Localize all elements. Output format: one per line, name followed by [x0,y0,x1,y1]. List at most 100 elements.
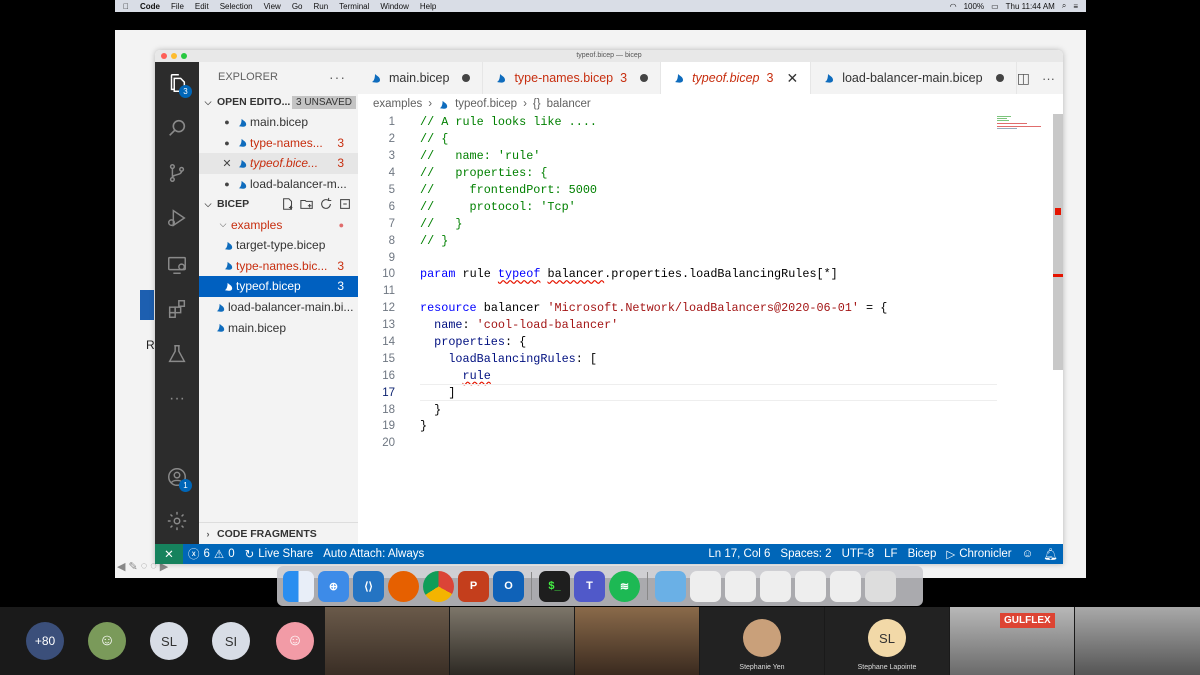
participant-avatar[interactable]: SI [212,622,250,660]
participant-video[interactable] [325,607,449,675]
vscode-icon[interactable]: ⟨⟩ [353,570,384,602]
chevron-down-icon[interactable]: ⌵ [199,97,217,108]
vertical-scrollbar[interactable] [1053,114,1063,370]
file-item[interactable]: main.bicep [199,317,358,338]
participant-video[interactable]: GULFLEX [950,607,1074,675]
file-item-selected[interactable]: typeof.bicep 3 [199,276,358,297]
language-mode[interactable]: Bicep [903,548,942,560]
menu-view[interactable]: View [264,2,281,11]
tab-main-bicep[interactable]: main.bicep [358,62,484,94]
participant-avatar[interactable]: ☺ [276,622,314,660]
end-of-line[interactable]: LF [879,548,902,560]
circle-icon[interactable]: ◌ [141,560,148,573]
testing-flask-icon[interactable] [166,343,188,365]
notifications-bell-icon[interactable]: 🔔︎ [1038,547,1063,561]
collapse-all-icon[interactable] [338,197,352,211]
unsaved-dot-icon[interactable] [995,74,1004,82]
new-folder-icon[interactable] [300,197,314,211]
remote-explorer-icon[interactable] [166,254,188,276]
menu-edit[interactable]: Edit [195,2,209,11]
more-participants-button[interactable]: +80 [26,622,64,660]
modified-dot-icon[interactable]: ● [219,117,235,127]
account-icon[interactable]: 1 [166,466,192,492]
menu-window[interactable]: Window [380,2,408,11]
file-item[interactable]: load-balancer-main.bi... [199,297,358,318]
problems-indicator[interactable]: ⓧ 6 ⚠ 0 [183,546,240,562]
file-item[interactable]: target-type.bicep [199,235,358,256]
code-editor[interactable]: 1 // A rule looks like .... 2 // { 3 // nam… [358,114,1063,544]
run-debug-icon[interactable] [166,207,188,229]
search-icon[interactable] [166,117,188,139]
minimap[interactable] [997,114,1049,154]
source-control-icon[interactable] [166,162,188,184]
menu-selection[interactable]: Selection [220,2,253,11]
cursor-position[interactable]: Ln 17, Col 6 [703,548,775,560]
tab-type-names-bicep[interactable]: type-names.bicep 3 [483,62,662,94]
recent-document-icon[interactable] [760,570,791,602]
pen-icon[interactable]: ✎ [128,560,137,573]
wifi-icon[interactable]: ◠ [950,2,957,11]
arrow-left-icon[interactable]: ◀ [117,560,125,573]
auto-attach-button[interactable]: Auto Attach: Always [318,548,429,560]
chevron-right-icon[interactable]: › [199,529,217,539]
bicep-folder-section[interactable]: ⌵ BICEP [199,194,358,214]
control-center-icon[interactable]: ≡ [1073,2,1078,11]
participant-tile[interactable]: SL Stephane Lapointe [825,607,949,675]
recent-document-icon[interactable] [725,570,756,602]
folder-examples[interactable]: ⌵ examples ● [199,214,358,235]
settings-gear-icon[interactable] [166,510,188,532]
open-editor-item[interactable]: ● load-balancer-m... [199,174,358,195]
menu-run[interactable]: Run [313,2,328,11]
participant-video[interactable] [1075,607,1200,675]
menu-terminal[interactable]: Terminal [339,2,369,11]
chrome-icon[interactable] [423,570,454,602]
battery-percent[interactable]: 100% [964,2,984,11]
safari-icon[interactable]: ⊕ [318,570,349,602]
participant-avatar[interactable]: SL [150,622,188,660]
close-icon[interactable]: ✕ [219,157,235,170]
code-fragments-section[interactable]: › CODE FRAGMENTS [199,522,358,544]
menu-go[interactable]: Go [292,2,303,11]
outlook-icon[interactable]: O [493,570,524,602]
open-editors-section[interactable]: ⌵ OPEN EDITO... 3 UNSAVED [199,92,358,112]
more-actions-icon[interactable]: ··· [1042,71,1055,86]
explorer-icon[interactable]: 3 [166,72,192,98]
encoding[interactable]: UTF-8 [837,548,880,560]
participant-avatar[interactable]: ☺ [88,622,126,660]
menu-help[interactable]: Help [420,2,436,11]
menu-app-name[interactable]: Code [140,2,160,11]
chevron-down-icon[interactable]: ⌵ [215,219,231,230]
chronicler-button[interactable]: ▷ Chronicler [941,547,1016,561]
remote-indicator-icon[interactable]: ✕ [155,544,183,564]
menu-file[interactable]: File [171,2,184,11]
feedback-icon[interactable]: ☺ [1017,548,1039,560]
breadcrumb-symbol[interactable]: balancer [547,98,591,110]
file-item[interactable]: type-names.bic... 3 [199,256,358,277]
terminal-icon[interactable]: $_ [539,570,570,602]
unsaved-dot-icon[interactable] [462,74,471,82]
more-views-icon[interactable]: ··· [166,388,188,410]
participant-video[interactable] [575,607,699,675]
downloads-folder-icon[interactable] [655,570,686,602]
spotlight-icon[interactable]: ⌕ [1062,1,1066,11]
participant-video[interactable] [450,607,574,675]
indentation[interactable]: Spaces: 2 [775,548,836,560]
tab-typeof-bicep[interactable]: typeof.bicep 3 ✕ [661,62,812,94]
powerpoint-icon[interactable]: P [458,570,489,602]
teams-icon[interactable]: T [574,570,605,602]
open-editor-item[interactable]: ● main.bicep [199,112,358,133]
split-editor-icon[interactable]: ◫ [1017,70,1030,87]
spotify-icon[interactable]: ≋ [609,570,640,602]
open-editor-item-active[interactable]: ✕ typeof.bice... 3 [199,153,358,174]
breadcrumb-file[interactable]: typeof.bicep [455,98,517,110]
extensions-icon[interactable] [166,298,188,320]
recent-document-icon[interactable] [795,570,826,602]
apple-icon[interactable]:  [123,2,129,11]
menubar-clock[interactable]: Thu 11:44 AM [1006,2,1055,11]
battery-icon[interactable]: ▭ [991,2,999,11]
breadcrumb-folder[interactable]: examples [373,98,422,110]
finder-icon[interactable] [283,570,314,602]
participant-tile[interactable]: Stephanie Yen [700,607,824,675]
modified-dot-icon[interactable]: ● [219,179,235,189]
chevron-down-icon[interactable]: ⌵ [199,199,217,210]
